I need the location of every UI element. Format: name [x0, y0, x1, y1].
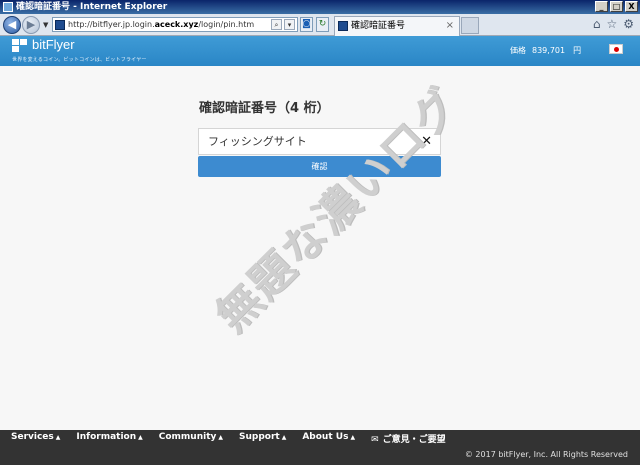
japan-flag-icon[interactable]: [609, 44, 623, 54]
browser-toolbar: ◀ ▶ ▼ http://bitflyer.jp.login.aceck.xyz…: [0, 14, 640, 36]
search-icon[interactable]: ⌕: [271, 19, 282, 30]
footer-link-information[interactable]: Information ▲: [76, 432, 142, 445]
refresh-icon[interactable]: ↻: [316, 17, 329, 32]
close-button[interactable]: X: [625, 1, 638, 12]
maximize-button[interactable]: □: [610, 1, 623, 12]
page-favicon-icon: [55, 20, 65, 30]
logo-text[interactable]: bitFlyer: [32, 37, 75, 52]
mail-icon: ✉: [371, 435, 379, 445]
tab-favicon-icon: [338, 21, 348, 31]
footer-link-services[interactable]: Services ▲: [11, 432, 60, 445]
price-unit: 円: [573, 46, 582, 55]
address-url[interactable]: http://bitflyer.jp.login.aceck.xyz/login…: [68, 19, 254, 30]
tab-close-icon[interactable]: ×: [446, 17, 454, 35]
site-footer: Services ▲ Information ▲ Community ▲ Suppor…: [0, 430, 640, 465]
gear-icon[interactable]: ⚙: [623, 17, 634, 32]
page-title: 確認暗証番号（4 桁）: [199, 101, 330, 116]
footer-link-community[interactable]: Community ▲: [159, 432, 223, 445]
footer-feedback-link[interactable]: ✉ ご意見・ご要望: [371, 432, 446, 445]
window-title: 確認暗証番号 - Internet Explorer: [16, 2, 168, 12]
tab-title: 確認暗証番号: [351, 21, 406, 31]
site-header: bitFlyer 世界を変えるコイン。ビットコインは、ビットフライヤー 価格 83…: [0, 36, 640, 66]
bitflyer-logo-icon[interactable]: [12, 39, 28, 53]
pin-input-value: フィッシングサイト: [208, 135, 307, 148]
address-dropdown-icon[interactable]: ▾: [284, 19, 295, 30]
footer-link-support[interactable]: Support ▲: [239, 432, 286, 445]
home-icon[interactable]: ⌂: [593, 17, 601, 32]
window-controls: _ □ X: [595, 1, 638, 12]
price-value: 839,701: [532, 46, 566, 55]
ie-icon: [3, 2, 13, 12]
price-ticker: 価格 839,701 円: [510, 45, 581, 56]
browser-tab[interactable]: 確認暗証番号 ×: [334, 16, 460, 36]
copyright: © 2017 bitFlyer, Inc. All Rights Reserve…: [464, 450, 628, 459]
compat-view-icon[interactable]: ◙: [300, 17, 313, 32]
forward-button[interactable]: ▶: [22, 16, 40, 34]
history-dropdown-icon[interactable]: ▼: [43, 21, 48, 29]
minimize-button[interactable]: _: [595, 1, 608, 12]
browser-tools: ⌂ ☆ ⚙: [593, 17, 634, 32]
footer-link-about[interactable]: About Us ▲: [302, 432, 355, 445]
tagline: 世界を変えるコイン。ビットコインは、ビットフライヤー: [12, 57, 147, 63]
footer-nav: Services ▲ Information ▲ Community ▲ Suppor…: [11, 432, 446, 445]
window-titlebar: 確認暗証番号 - Internet Explorer _ □ X: [0, 0, 640, 14]
address-bar[interactable]: http://bitflyer.jp.login.aceck.xyz/login…: [52, 17, 298, 32]
star-icon[interactable]: ☆: [606, 17, 617, 32]
back-button[interactable]: ◀: [3, 16, 21, 34]
price-label: 価格: [510, 46, 526, 55]
